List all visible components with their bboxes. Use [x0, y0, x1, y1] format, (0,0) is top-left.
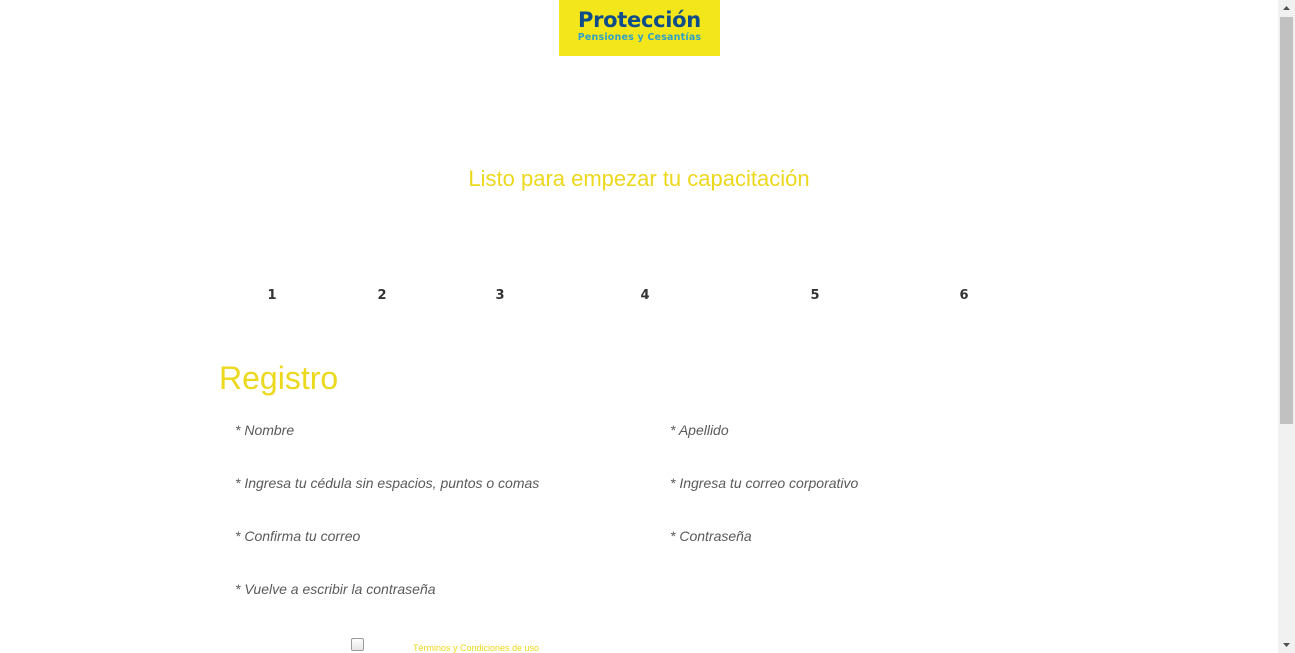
step-5[interactable]: 5 [805, 288, 825, 303]
scroll-down-icon[interactable] [1278, 636, 1295, 653]
step-4[interactable]: 4 [635, 288, 655, 303]
step-2[interactable]: 2 [372, 288, 392, 303]
page: Protección Pensiones y Cesantías Listo p… [0, 0, 1295, 653]
terms-checkbox[interactable] [351, 638, 364, 651]
password-field[interactable] [670, 521, 1070, 551]
step-1[interactable]: 1 [262, 288, 282, 303]
confirm-password-field[interactable] [235, 574, 635, 604]
logo-name: Protección [578, 8, 701, 32]
vertical-scrollbar[interactable] [1278, 0, 1295, 653]
scrollbar-thumb[interactable] [1280, 17, 1293, 424]
first-name-field[interactable] [235, 415, 635, 445]
proteccion-logo[interactable]: Protección Pensiones y Cesantías [559, 0, 720, 56]
hero-title: Listo para empezar tu capacitación [468, 166, 810, 191]
logo-tagline: Pensiones y Cesantías [577, 32, 702, 43]
scroll-up-icon[interactable] [1278, 0, 1295, 17]
registration-title: Registro [219, 360, 339, 396]
last-name-field[interactable] [670, 415, 1070, 445]
step-3[interactable]: 3 [490, 288, 510, 303]
id-number-field[interactable] [235, 468, 635, 498]
terms-link[interactable]: Términos y Condiciones de uso [413, 643, 539, 653]
step-6[interactable]: 6 [954, 288, 974, 303]
confirm-email-field[interactable] [235, 521, 635, 551]
corporate-email-field[interactable] [670, 468, 1070, 498]
